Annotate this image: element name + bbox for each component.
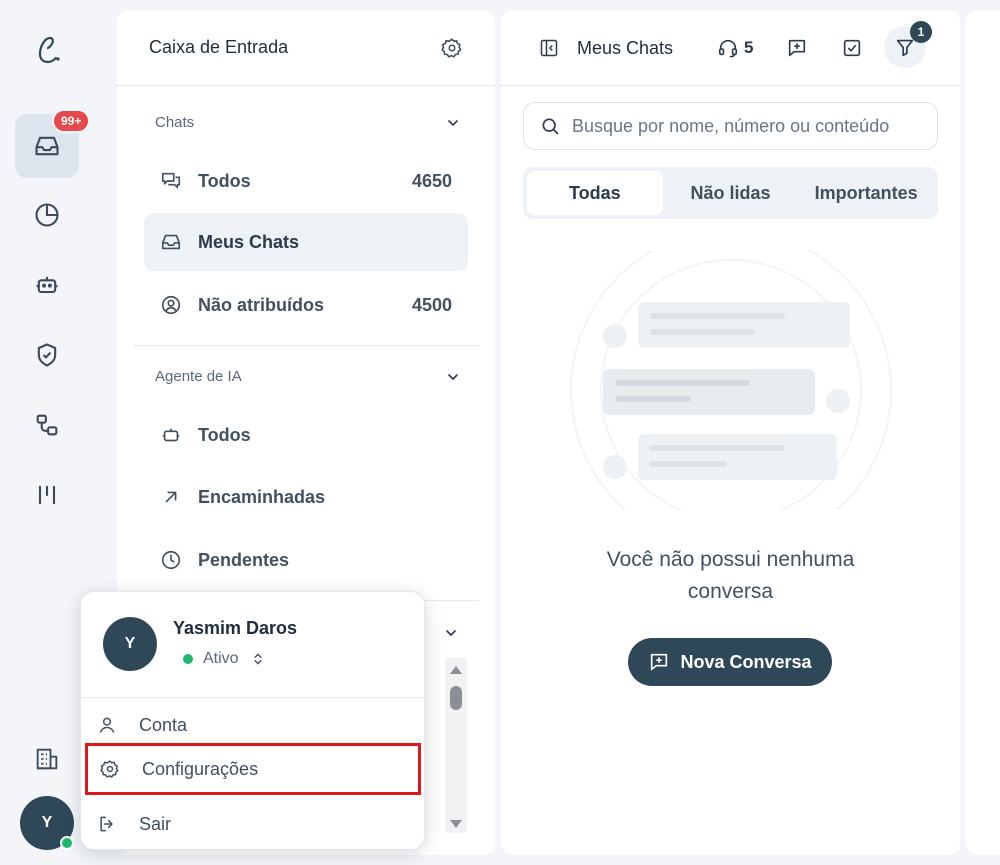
new-conversation-button[interactable]: Nova Conversa [628,638,832,686]
ai-section-header[interactable]: Agente de IA [155,368,461,385]
nav-item-nao-atribuidos[interactable]: Não atribuídos 4500 [144,276,468,334]
nav-item-meus-chats[interactable]: Meus Chats [144,213,468,271]
kanban-icon [33,481,61,509]
rail-kanban-button[interactable] [15,463,79,527]
empty-state-line1: Você não possui nenhuma [606,548,855,571]
chevron-down-icon [445,115,461,131]
new-chat-icon [648,651,680,673]
workflow-icon [33,411,61,439]
chevron-up-down-icon [251,652,265,666]
rail-company-button[interactable] [15,727,79,791]
online-status-dot [60,836,74,850]
nav-item-label: Pendentes [198,549,290,570]
chats-panel: Meus Chats 5 1 Todas Não lidas Important… [501,10,960,855]
inbox-settings-gear-icon[interactable] [441,37,463,59]
chats-section-label: Chats [155,114,195,131]
filter-count-badge: 1 [910,21,932,43]
ai-section-label: Agente de IA [155,368,242,385]
nav-item-count: 4500 [411,294,452,315]
menu-item-sair[interactable]: Sair [85,800,421,848]
user-name: Yasmim Daros [173,618,298,638]
building-icon [33,745,61,773]
search-input[interactable] [572,115,912,137]
inbox-icon [160,231,182,253]
app-logo[interactable] [28,30,68,70]
bot-icon [160,424,182,446]
nav-item-label: Todos [198,170,251,191]
menu-item-label: Configurações [142,758,259,779]
divider [81,697,424,698]
rail-reports-button[interactable] [15,183,79,247]
chats-header: Meus Chats 5 1 [501,10,960,86]
menu-item-label: Conta [139,714,188,735]
avatar: Y [103,617,157,671]
rail-workflow-button[interactable] [15,393,79,457]
nav-item-pendentes[interactable]: Pendentes [144,531,468,589]
shield-check-icon [33,341,61,369]
user-icon [97,715,139,735]
logout-icon [97,814,139,834]
new-chat-icon[interactable] [786,37,808,59]
gear-icon [100,759,142,779]
bot-icon [33,271,61,299]
chevron-down-icon[interactable] [443,625,459,641]
inbox-header: Caixa de Entrada [117,10,495,86]
agents-online-indicator[interactable]: 5 [717,37,753,59]
collapse-panel-icon[interactable] [539,38,559,58]
inbox-icon [33,132,61,160]
search-icon [540,116,560,136]
nav-item-label: Encaminhadas [198,486,326,507]
inbox-title: Caixa de Entrada [149,37,289,57]
chats-icon [160,170,182,192]
tab-nao-lidas[interactable]: Não lidas [663,171,799,215]
status-selector[interactable]: Ativo [183,650,265,668]
rail-bot-button[interactable] [15,253,79,317]
nav-item-label: Todos [198,424,251,445]
nav-item-todos[interactable]: Todos 4650 [144,152,468,210]
empty-state-text: Você não possui nenhuma conversa [501,544,960,608]
empty-chat-illustration [521,250,941,510]
nav-item-count: 4650 [411,170,452,191]
menu-item-label: Sair [139,813,172,834]
tab-importantes[interactable]: Importantes [798,171,934,215]
right-panel-edge [966,10,1000,855]
nav-item-encaminhadas[interactable]: Encaminhadas [144,468,468,526]
menu-item-conta[interactable]: Conta [85,701,421,749]
nav-item-ai-todos[interactable]: Todos [144,406,468,464]
agents-count: 5 [744,38,754,57]
user-circle-icon [160,294,182,316]
nav-item-label: Meus Chats [198,231,300,252]
tab-todas[interactable]: Todas [527,171,663,215]
scrollbar[interactable] [445,658,467,833]
chevron-down-icon [445,369,461,385]
divider [133,345,479,346]
arrow-up-right-icon [160,486,182,508]
notification-badge: 99+ [52,109,91,133]
user-menu-popup: Y Yasmim Daros Ativo Conta Configurações… [80,591,425,850]
checkbox-select-icon[interactable] [841,37,863,59]
chart-pie-icon [33,201,61,229]
headset-icon [717,37,739,59]
status-label: Ativo [203,650,239,667]
search-box[interactable] [523,102,938,150]
nav-item-label: Não atribuídos [198,294,325,315]
chats-section-header[interactable]: Chats [155,114,461,131]
chat-filter-tabs: Todas Não lidas Importantes [523,167,938,219]
empty-state-line2: conversa [687,580,774,603]
menu-item-configuracoes[interactable]: Configurações [85,743,421,795]
chats-title: Meus Chats [577,38,674,58]
online-status-dot [183,654,193,664]
rail-security-button[interactable] [15,323,79,387]
new-conversation-label: Nova Conversa [680,651,812,672]
clock-icon [160,549,182,571]
